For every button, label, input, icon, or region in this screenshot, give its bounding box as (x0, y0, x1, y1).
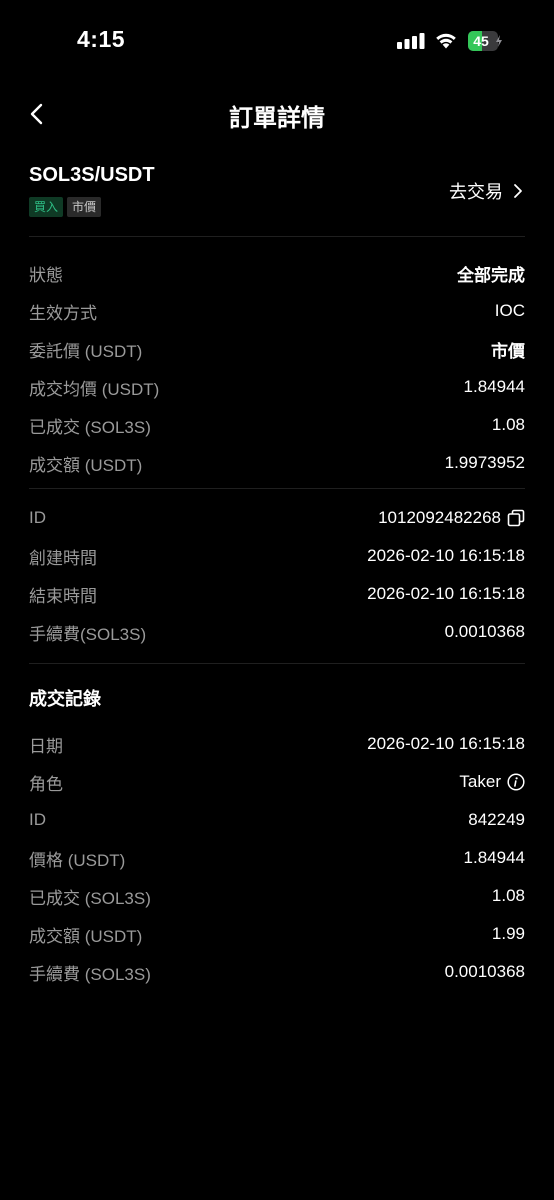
detail-row-turnover: 成交額 (USDT) 1.9973952 (29, 444, 525, 482)
signal-icon (397, 33, 425, 49)
fill-row-date: 日期 2026-02-10 16:15:18 (29, 725, 525, 763)
fill-row-filled: 已成交 (SOL3S) 1.08 (29, 877, 525, 915)
pair-name: SOL3S/USDT (29, 164, 155, 186)
fill-role-text: Taker (459, 772, 501, 791)
order-details: 狀態 全部完成 生效方式 IOC 委託價 (USDT) 市價 成交均價 (USD… (29, 254, 525, 482)
order-id-text: 1012092482268 (378, 508, 501, 527)
wifi-icon (436, 33, 456, 49)
fill-filled-value: 1.08 (491, 886, 525, 905)
turnover-value: 1.9973952 (444, 453, 525, 472)
status-value: 全部完成 (457, 265, 525, 285)
row-label: 成交均價 (USDT) (29, 379, 160, 399)
copy-icon[interactable] (507, 509, 525, 527)
battery-body: 45 (468, 31, 498, 51)
meta-row-fee: 手續費(SOL3S) 0.0010368 (29, 613, 525, 651)
battery-icon: 45 (468, 31, 502, 51)
meta-row-id: ID 1012092482268 (29, 499, 525, 537)
order-tags: 買入 市價 (29, 197, 102, 217)
fill-row-turnover: 成交額 (USDT) 1.99 (29, 915, 525, 953)
row-label: 手續費 (SOL3S) (29, 964, 151, 984)
fill-price-value: 1.84944 (463, 848, 525, 867)
status-bar: 4:15 45 (0, 0, 554, 80)
row-label: 結束時間 (29, 586, 97, 606)
fill-date-value: 2026-02-10 16:15:18 (367, 734, 525, 753)
go-trade-label: 去交易 (449, 182, 503, 202)
avg-price-value: 1.84944 (463, 377, 525, 396)
order-id-value: 1012092482268 (378, 508, 525, 528)
go-trade-link[interactable]: 去交易 (449, 178, 525, 204)
meta-row-ended: 結束時間 2026-02-10 16:15:18 (29, 575, 525, 613)
detail-row-status: 狀態 全部完成 (29, 254, 525, 292)
page-title: 訂單詳情 (229, 105, 325, 132)
fill-records-list: 日期 2026-02-10 16:15:18 角色 Taker ID 84224… (29, 725, 525, 991)
filled-value: 1.08 (491, 415, 525, 434)
row-label: 成交額 (USDT) (29, 455, 143, 475)
divider (29, 236, 525, 237)
battery-level: 45 (473, 33, 489, 49)
fill-turnover-value: 1.99 (491, 924, 525, 943)
detail-row-order-price: 委託價 (USDT) 市價 (29, 330, 525, 368)
bolt-icon (496, 35, 502, 47)
detail-row-time-in-force: 生效方式 IOC (29, 292, 525, 330)
end-time-value: 2026-02-10 16:15:18 (367, 584, 525, 603)
side-badge: 買入 (29, 197, 64, 217)
fill-id-value: 842249 (468, 810, 525, 829)
nav-bar: 訂單詳情 (0, 90, 554, 138)
chevron-right-icon (514, 184, 522, 198)
time-in-force-value: IOC (494, 301, 525, 320)
row-label: 委託價 (USDT) (29, 341, 143, 361)
row-label: 創建時間 (29, 548, 97, 568)
fee-value: 0.0010368 (444, 622, 525, 641)
row-label: 日期 (29, 736, 63, 756)
fill-fee-value: 0.0010368 (444, 962, 525, 981)
fill-role-value: Taker (459, 772, 525, 792)
row-label: ID (29, 810, 46, 829)
row-label: 已成交 (SOL3S) (29, 888, 151, 908)
fill-records-title: 成交記錄 (29, 689, 101, 709)
order-meta: ID 1012092482268 創建時間 2026-02-10 16:15:1… (29, 499, 525, 651)
fill-records: 成交記錄 (29, 681, 525, 717)
created-time-value: 2026-02-10 16:15:18 (367, 546, 525, 565)
order-price-value: 市價 (491, 341, 525, 361)
fill-row-fee: 手續費 (SOL3S) 0.0010368 (29, 953, 525, 991)
order-header: SOL3S/USDT 買入 市價 去交易 (29, 162, 525, 222)
status-time: 4:15 (77, 26, 126, 52)
divider (29, 488, 525, 489)
row-label: 價格 (USDT) (29, 850, 126, 870)
row-label: 角色 (29, 774, 63, 794)
row-label: 已成交 (SOL3S) (29, 417, 151, 437)
fill-row-price: 價格 (USDT) 1.84944 (29, 839, 525, 877)
row-label: 狀態 (29, 265, 63, 285)
divider (29, 663, 525, 664)
order-type-badge: 市價 (67, 197, 102, 217)
fill-row-role: 角色 Taker (29, 763, 525, 801)
row-label: 生效方式 (29, 303, 97, 323)
detail-row-avg-price: 成交均價 (USDT) 1.84944 (29, 368, 525, 406)
row-label: 手續費(SOL3S) (29, 624, 147, 644)
info-icon[interactable] (507, 773, 525, 791)
detail-row-filled: 已成交 (SOL3S) 1.08 (29, 406, 525, 444)
row-label: ID (29, 508, 46, 527)
fill-row-id: ID 842249 (29, 801, 525, 839)
row-label: 成交額 (USDT) (29, 926, 143, 946)
meta-row-created: 創建時間 2026-02-10 16:15:18 (29, 537, 525, 575)
